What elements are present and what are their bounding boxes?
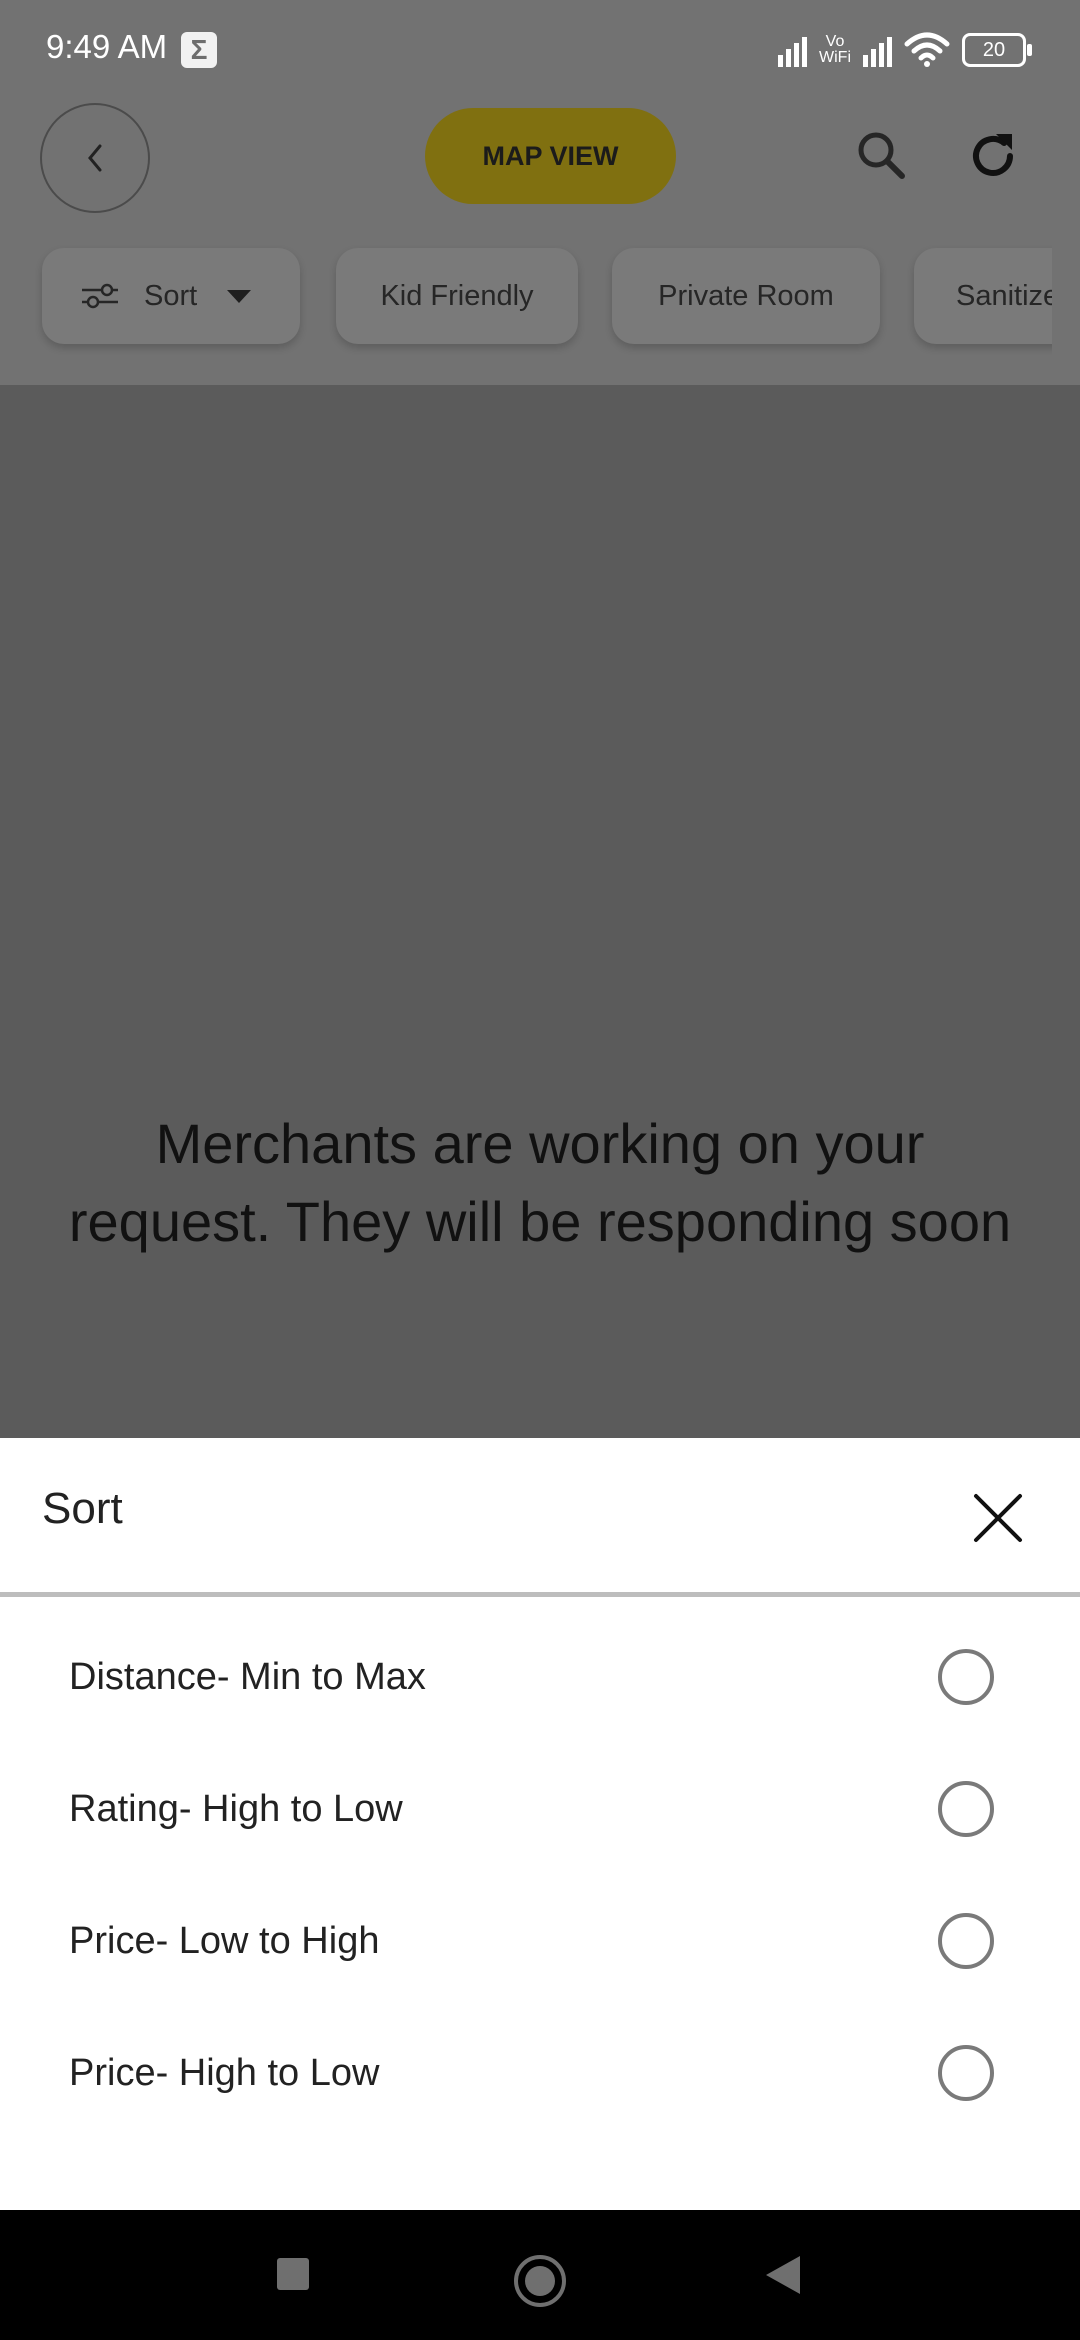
radio-button[interactable]	[938, 1649, 994, 1705]
map-view-button[interactable]: MAP VIEW	[425, 108, 676, 204]
kid-friendly-chip[interactable]: Kid Friendly	[336, 248, 578, 344]
status-message-line1: Merchants are working on your	[155, 1112, 925, 1175]
status-message: Merchants are working on your request. T…	[0, 1105, 1080, 1261]
sort-chip[interactable]: Sort	[42, 248, 300, 344]
sheet-divider	[0, 1592, 1080, 1597]
recents-icon[interactable]	[277, 2258, 309, 2290]
sigma-icon: Σ	[181, 32, 217, 68]
sort-option-rating[interactable]: Rating- High to Low	[0, 1743, 1080, 1875]
filter-chip-row: Sort Kid Friendly Private Room Sanitize	[0, 238, 1052, 368]
sort-option-price-high-low[interactable]: Price- High to Low	[0, 2007, 1080, 2139]
signal-icon-2	[863, 33, 892, 67]
search-icon[interactable]	[852, 126, 912, 186]
status-time: 9:49 AM	[46, 28, 168, 65]
sanitize-chip[interactable]: Sanitize	[914, 248, 1052, 344]
sheet-title: Sort	[42, 1484, 123, 1533]
battery-icon: 20	[962, 33, 1032, 67]
caret-down-icon	[227, 289, 252, 303]
refresh-icon[interactable]	[964, 126, 1024, 186]
vowifi-bottom-label: WiFi	[819, 49, 851, 66]
sort-option-label: Distance- Min to Max	[69, 1655, 426, 1698]
sort-chip-label: Sort	[144, 279, 198, 312]
sliders-icon	[82, 283, 118, 309]
close-icon[interactable]	[968, 1488, 1028, 1548]
chevron-left-icon	[88, 144, 102, 172]
vowifi-top-label: Vo	[825, 33, 845, 50]
sort-option-distance[interactable]: Distance- Min to Max	[0, 1611, 1080, 1743]
back-triangle-icon[interactable]	[766, 2256, 800, 2294]
home-icon-dot	[525, 2266, 555, 2296]
sort-option-price-low-high[interactable]: Price- Low to High	[0, 1875, 1080, 2007]
vowifi-icon: Vo WiFi	[819, 34, 851, 66]
signal-icon	[778, 33, 808, 67]
wifi-icon	[904, 32, 950, 67]
private-room-chip[interactable]: Private Room	[612, 248, 880, 344]
radio-button[interactable]	[938, 1913, 994, 1969]
status-message-line2: request. They will be responding soon	[68, 1190, 1012, 1253]
radio-button[interactable]	[938, 2045, 994, 2101]
status-icons: Vo WiFi 20	[778, 22, 1032, 78]
sort-option-label: Rating- High to Low	[69, 1787, 403, 1830]
radio-button[interactable]	[938, 1781, 994, 1837]
home-icon[interactable]	[514, 2255, 566, 2307]
sort-option-label: Price- High to Low	[69, 2051, 380, 2094]
sort-option-label: Price- Low to High	[69, 1919, 380, 1962]
back-button[interactable]	[40, 103, 150, 213]
